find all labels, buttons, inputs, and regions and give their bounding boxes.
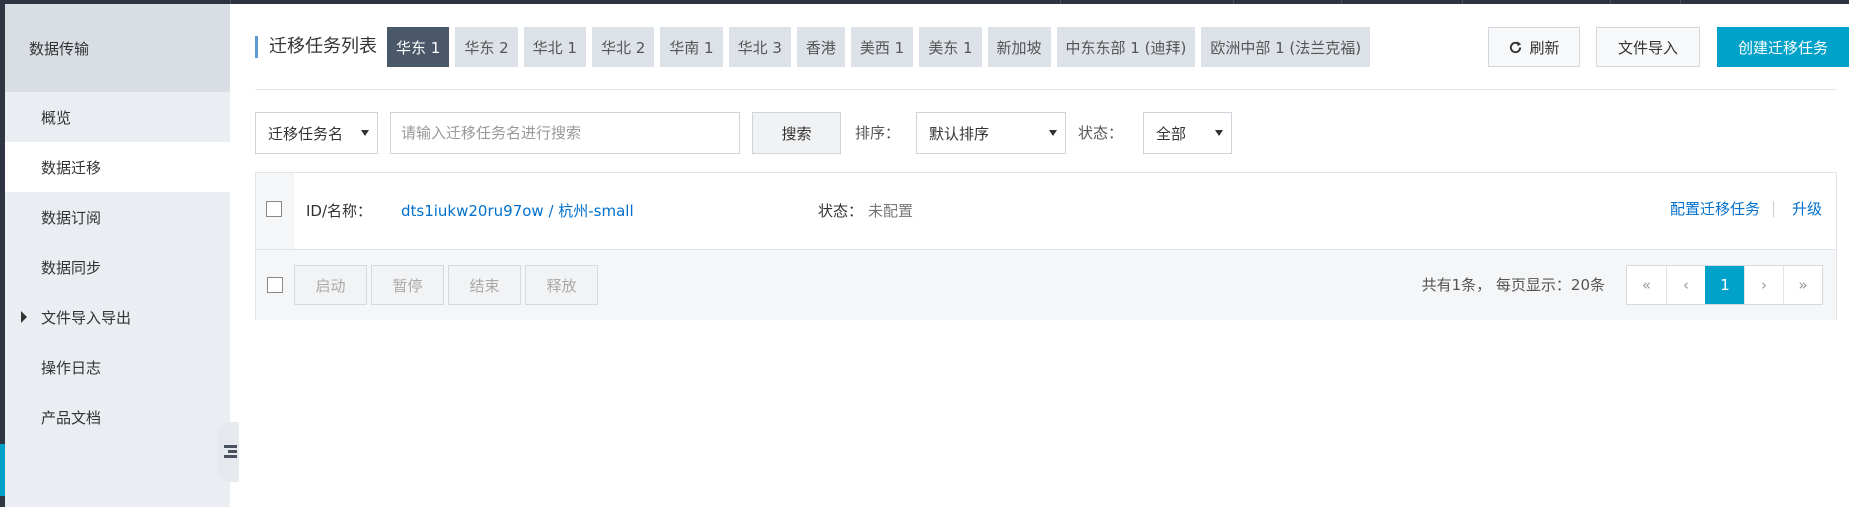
sidebar-item-file-import-export[interactable]: 文件导入导出 [5, 292, 230, 342]
region-tab[interactable]: 华北 2 [591, 27, 655, 67]
sort-label: 排序： [855, 124, 901, 142]
last-page-button[interactable]: » [1783, 266, 1822, 304]
sidebar-item-data-sync[interactable]: 数据同步 [5, 242, 230, 292]
sort-value: 默认排序 [929, 124, 990, 143]
region-tab[interactable]: 新加坡 [987, 27, 1051, 67]
create-migration-task-button[interactable]: 创建迁移任务 [1717, 27, 1849, 67]
upgrade-link[interactable]: 升级 [1792, 173, 1822, 245]
region-tabs: 华东 1 华东 2 华北 1 华北 2 华南 1 华北 3 香港 美西 1 美东… [387, 27, 1371, 67]
sidebar-item-label: 产品文档 [41, 408, 102, 427]
search-input[interactable] [390, 112, 740, 154]
id-name-label: ID/名称： [306, 202, 373, 220]
sidebar-item-operation-log[interactable]: 操作日志 [5, 342, 230, 392]
row-checkbox-cell [256, 173, 294, 249]
select-all-checkbox[interactable] [267, 277, 283, 293]
sidebar-item-label: 数据订阅 [41, 208, 102, 227]
row-checkbox[interactable] [266, 201, 282, 217]
dropdown-arrow-icon [361, 130, 369, 136]
table-footer: 启动 暂停 结束 释放 共有1条， 每页显示：20条 « ‹ 1 › » [256, 250, 1836, 320]
task-id-link[interactable]: dts1iukw20ru97ow / 杭州-small [401, 173, 634, 249]
sidebar-item-product-docs[interactable]: 产品文档 [5, 392, 230, 442]
main-content: 迁移任务列表 华东 1 华东 2 华北 1 华北 2 华南 1 华北 3 香港 … [230, 4, 1849, 507]
start-button[interactable]: 启动 [294, 265, 367, 305]
release-button[interactable]: 释放 [525, 265, 598, 305]
status-filter-value: 全部 [1156, 124, 1187, 143]
sidebar-title: 数据传输 [5, 4, 230, 92]
sort-select[interactable]: 默认排序 [916, 112, 1066, 154]
region-tab[interactable]: 华东 1 [387, 27, 450, 67]
region-tab[interactable]: 美东 1 [919, 27, 982, 67]
region-tab[interactable]: 美西 1 [850, 27, 914, 67]
file-import-button[interactable]: 文件导入 [1596, 27, 1700, 67]
sidebar: 数据传输 概览 数据迁移 数据订阅 数据同步 文件导入导出 操作日志 产品文档 [5, 4, 239, 507]
region-tab[interactable]: 华东 2 [455, 27, 518, 67]
sidebar-item-overview[interactable]: 概览 [5, 92, 230, 142]
next-page-button[interactable]: › [1744, 266, 1783, 304]
action-divider [1773, 201, 1774, 217]
sidebar-item-label: 操作日志 [41, 358, 102, 377]
region-tab[interactable]: 华南 1 [660, 27, 723, 67]
search-button[interactable]: 搜索 [752, 112, 841, 154]
configure-task-link[interactable]: 配置迁移任务 [1670, 173, 1760, 245]
end-button[interactable]: 结束 [448, 265, 521, 305]
search-field-value: 迁移任务名 [268, 124, 344, 143]
pagination: « ‹ 1 › » [1626, 265, 1823, 305]
filter-row: 迁移任务名 搜索 排序： 默认排序 状态： 全部 [255, 112, 1837, 154]
prev-page-button[interactable]: ‹ [1666, 266, 1705, 304]
region-tab[interactable]: 中东东部 1 (迪拜) [1056, 27, 1196, 67]
sidebar-item-label: 文件导入导出 [41, 308, 132, 327]
sidebar-item-label: 数据迁移 [41, 158, 102, 177]
dropdown-arrow-icon [1049, 130, 1057, 136]
pagination-summary: 共有1条， 每页显示：20条 [1421, 276, 1605, 294]
pause-button[interactable]: 暂停 [371, 265, 444, 305]
refresh-label: 刷新 [1529, 38, 1560, 57]
region-tab[interactable]: 华北 1 [523, 27, 586, 67]
header: 迁移任务列表 华东 1 华东 2 华北 1 华北 2 华南 1 华北 3 香港 … [255, 4, 1849, 90]
current-page-button[interactable]: 1 [1705, 266, 1744, 304]
sidebar-item-data-subscription[interactable]: 数据订阅 [5, 192, 230, 242]
status-label: 状态： [818, 202, 864, 220]
refresh-button[interactable]: 刷新 [1488, 27, 1580, 67]
region-tab[interactable]: 华北 3 [728, 27, 791, 67]
sidebar-item-label: 概览 [41, 108, 72, 127]
caret-right-icon [21, 311, 27, 323]
first-page-button[interactable]: « [1627, 266, 1666, 304]
table-row: ID/名称： dts1iukw20ru97ow / 杭州-small 状态： 未… [256, 173, 1836, 250]
region-tab[interactable]: 欧洲中部 1 (法兰克福) [1201, 27, 1371, 67]
task-table: ID/名称： dts1iukw20ru97ow / 杭州-small 状态： 未… [255, 172, 1837, 320]
sidebar-item-label: 数据同步 [41, 258, 102, 277]
dropdown-arrow-icon [1215, 130, 1223, 136]
sidebar-item-data-migration[interactable]: 数据迁移 [5, 142, 230, 192]
status-filter-label: 状态： [1078, 124, 1124, 142]
refresh-icon [1510, 40, 1522, 53]
status-select[interactable]: 全部 [1143, 112, 1232, 154]
status-value: 未配置 [868, 202, 914, 220]
page-title: 迁移任务列表 [255, 36, 377, 58]
region-tab[interactable]: 香港 [796, 27, 845, 67]
search-field-select[interactable]: 迁移任务名 [255, 112, 378, 154]
